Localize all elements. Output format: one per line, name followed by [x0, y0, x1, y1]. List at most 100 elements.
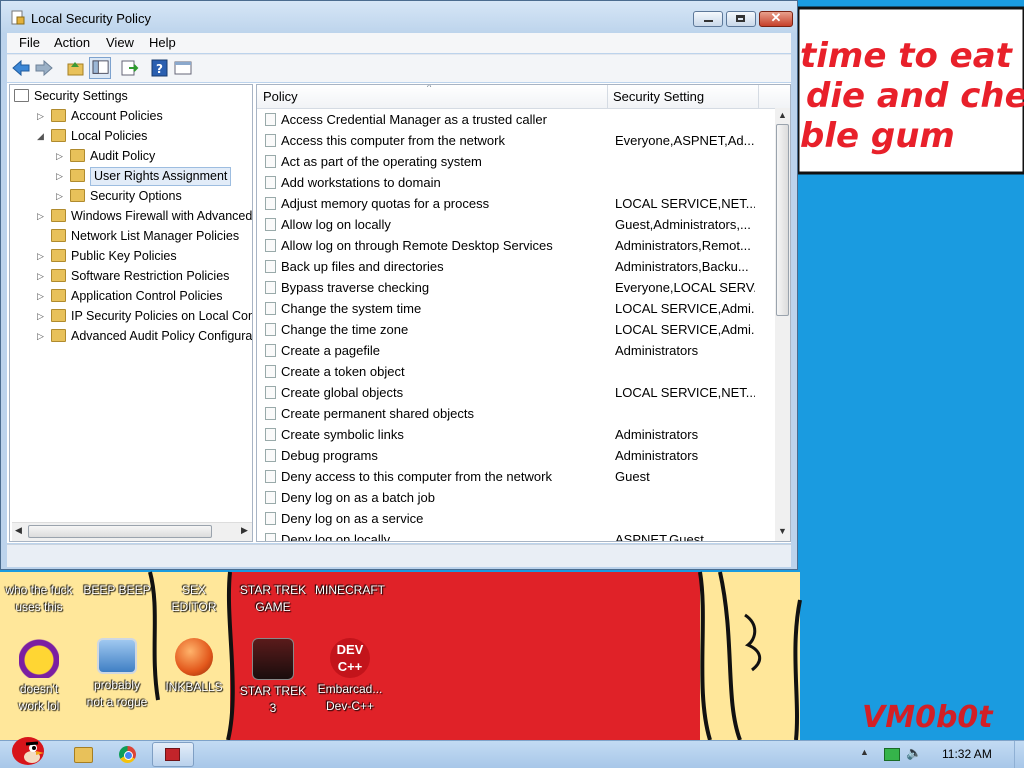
tree-item[interactable]: ▷ Software Restriction Policies — [10, 267, 252, 285]
policy-row[interactable]: Create permanent shared objects — [257, 403, 775, 424]
taskbar-security-policy[interactable] — [152, 742, 194, 767]
list-header: Policy ^ Security Setting — [257, 85, 790, 109]
expand-arrow-closed-icon[interactable]: ▷ — [37, 271, 44, 282]
policy-row[interactable]: Deny log on locally ASPNET,Guest — [257, 529, 775, 541]
policy-icon — [265, 218, 276, 231]
tree-item[interactable]: Security Settings — [10, 87, 252, 105]
tree-item[interactable]: ▷ Windows Firewall with Advanced Sec — [10, 207, 252, 225]
export-list-icon[interactable] — [119, 59, 139, 77]
scrollbar-thumb[interactable] — [28, 525, 212, 538]
desktop-icon-editor[interactable]: SEX EDITOR — [157, 572, 231, 616]
tree-horizontal-scrollbar[interactable]: ◀ ▶ — [12, 522, 252, 541]
policy-row[interactable]: Change the time zone LOCAL SERVICE,Admi..… — [257, 319, 775, 340]
expand-arrow-closed-icon[interactable]: ▷ — [37, 251, 44, 262]
policy-row[interactable]: Create a token object — [257, 361, 775, 382]
expand-arrow-closed-icon[interactable]: ▷ — [37, 211, 44, 222]
tree-item-label: Account Policies — [71, 109, 163, 123]
desktop-icon-rogue[interactable]: probably not a rogue — [80, 638, 154, 711]
tree-item[interactable]: ▷ Audit Policy — [10, 147, 252, 165]
back-arrow-icon[interactable] — [11, 59, 31, 77]
tree-item-label: Security Settings — [34, 89, 128, 103]
expand-arrow-closed-icon[interactable]: ▷ — [37, 291, 44, 302]
wallpaper-text-line-2: die and chew — [806, 76, 1024, 116]
policy-row[interactable]: Act as part of the operating system — [257, 151, 775, 172]
expand-arrow-open-icon[interactable]: ◢ — [37, 131, 44, 142]
taskbar-clock[interactable]: 11:32 AM — [942, 747, 992, 761]
policy-row[interactable]: Adjust memory quotas for a process LOCAL … — [257, 193, 775, 214]
title-bar[interactable]: Local Security Policy ✕ — [1, 1, 797, 33]
menu-file[interactable]: File — [19, 35, 40, 50]
tree-item[interactable]: ▷ IP Security Policies on Local Compu — [10, 307, 252, 325]
show-desktop-button[interactable] — [1014, 741, 1024, 768]
desktop-icon-star-trek-game[interactable]: STAR TREK GAME — [236, 572, 310, 616]
forward-arrow-icon[interactable] — [34, 59, 54, 77]
scroll-left-arrow[interactable]: ◀ — [15, 525, 22, 536]
desktop-icon-label: probably not a rogue — [86, 678, 148, 709]
list-vertical-scrollbar[interactable]: ▲ ▼ — [775, 108, 790, 541]
up-folder-icon[interactable] — [66, 59, 86, 77]
policy-row[interactable]: Debug programs Administrators — [257, 445, 775, 466]
menu-view[interactable]: View — [106, 35, 134, 50]
policy-name: Create a pagefile — [281, 343, 381, 358]
column-header-policy[interactable]: Policy — [263, 89, 298, 104]
show-hidden-icons-button[interactable]: ▲ — [860, 747, 869, 757]
column-header-security-setting[interactable]: Security Setting — [613, 89, 704, 104]
policy-name: Access this computer from the network — [281, 133, 505, 148]
maximize-button[interactable] — [726, 11, 756, 27]
console-tree-icon — [92, 60, 109, 74]
tree-item[interactable]: ▷ Security Options — [10, 187, 252, 205]
tree-item[interactable]: ▷ Account Policies — [10, 107, 252, 125]
policy-row[interactable]: Create symbolic links Administrators — [257, 424, 775, 445]
desktop-icon-ie[interactable]: who the fuck uses this — [2, 572, 76, 616]
desktop-icon-minecraft[interactable]: MINECRAFT — [313, 572, 387, 599]
expand-arrow-closed-icon[interactable]: ▷ — [37, 111, 44, 122]
taskbar-explorer[interactable] — [64, 743, 102, 767]
policy-row[interactable]: Deny access to this computer from the ne… — [257, 466, 775, 487]
policy-row[interactable]: Allow log on through Remote Desktop Serv… — [257, 235, 775, 256]
policy-row[interactable]: Deny log on as a service — [257, 508, 775, 529]
expand-arrow-closed-icon[interactable]: ▷ — [56, 151, 63, 162]
scroll-up-arrow[interactable]: ▲ — [778, 110, 787, 120]
network-icon[interactable] — [884, 748, 900, 761]
taskbar-chrome[interactable] — [108, 743, 146, 767]
scroll-right-arrow[interactable]: ▶ — [241, 525, 248, 536]
start-button[interactable] — [6, 729, 46, 767]
policy-row[interactable]: Access Credential Manager as a trusted c… — [257, 109, 775, 130]
policy-row[interactable]: Access this computer from the network Eve… — [257, 130, 775, 151]
desktop-icon-yahoo[interactable]: doesn't work lol — [2, 638, 76, 715]
show-hide-tree-button[interactable] — [89, 57, 111, 79]
menu-help[interactable]: Help — [149, 35, 176, 50]
expand-arrow-closed-icon[interactable]: ▷ — [37, 311, 44, 322]
policy-row[interactable]: Add workstations to domain — [257, 172, 775, 193]
desktop-icon-beep[interactable]: BEEP BEEP — [80, 572, 154, 599]
policy-row[interactable]: Bypass traverse checking Everyone,LOCAL S… — [257, 277, 775, 298]
expand-arrow-closed-icon[interactable]: ▷ — [56, 171, 63, 182]
help-icon[interactable]: ? — [150, 59, 170, 77]
tree-item[interactable]: ▷ Application Control Policies — [10, 287, 252, 305]
scroll-down-arrow[interactable]: ▼ — [778, 526, 787, 536]
policy-row[interactable]: Back up files and directories Administrat… — [257, 256, 775, 277]
tree-item[interactable]: ▷ Advanced Audit Policy Configuration — [10, 327, 252, 345]
tree-item[interactable]: ▷ User Rights Assignment — [10, 167, 252, 186]
tree-item[interactable]: ▷ Public Key Policies — [10, 247, 252, 265]
policy-row[interactable]: Deny log on as a batch job — [257, 487, 775, 508]
policy-row[interactable]: Create global objects LOCAL SERVICE,NET..… — [257, 382, 775, 403]
policy-row[interactable]: Allow log on locally Guest,Administrators… — [257, 214, 775, 235]
tree-item[interactable]: Network List Manager Policies — [10, 227, 252, 245]
volume-icon[interactable]: 🔈 — [906, 745, 922, 761]
minimize-button[interactable] — [693, 11, 723, 27]
menu-action[interactable]: Action — [54, 35, 90, 50]
tree-item[interactable]: ◢ Local Policies — [10, 127, 252, 145]
desktop-icon-label: BEEP BEEP — [83, 583, 151, 597]
scrollbar-thumb[interactable] — [776, 124, 789, 316]
expand-arrow-closed-icon[interactable]: ▷ — [56, 191, 63, 202]
expand-arrow-closed-icon[interactable]: ▷ — [37, 331, 44, 342]
close-button[interactable]: ✕ — [759, 10, 793, 27]
desktop-icon-devcpp[interactable]: DEV C++ Embarcad... Dev-C++ — [313, 638, 387, 715]
policy-row[interactable]: Change the system time LOCAL SERVICE,Admi… — [257, 298, 775, 319]
policy-setting: Administrators,Backu... — [615, 259, 749, 274]
properties-icon[interactable] — [173, 59, 193, 77]
policy-row[interactable]: Create a pagefile Administrators — [257, 340, 775, 361]
desktop-icon-inkballs[interactable]: INKBALLS — [157, 638, 231, 696]
desktop-icon-star-trek-3[interactable]: STAR TREK 3 — [236, 638, 310, 717]
